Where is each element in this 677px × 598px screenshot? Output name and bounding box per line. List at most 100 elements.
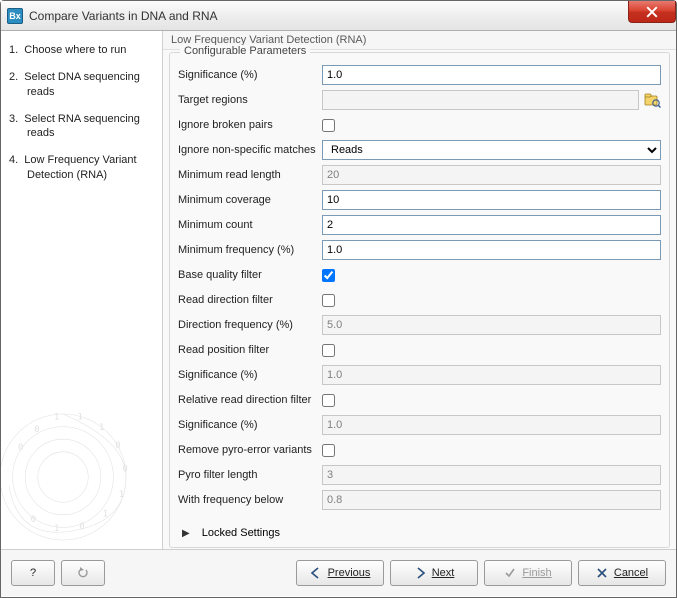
checkbox-relative-read-dir-filter[interactable] bbox=[322, 394, 335, 407]
row-direction-frequency: Direction frequency (%) bbox=[178, 314, 661, 336]
input-target-regions[interactable] bbox=[322, 90, 639, 110]
wizard-step: Select RNA sequencing reads bbox=[9, 112, 156, 142]
svg-text:1: 1 bbox=[54, 524, 59, 534]
close-button[interactable] bbox=[628, 1, 676, 23]
row-min-frequency: Minimum frequency (%) bbox=[178, 239, 661, 261]
titlebar: Bx Compare Variants in DNA and RNA bbox=[1, 1, 676, 31]
svg-text:0: 0 bbox=[115, 441, 120, 451]
decorative-swirl: 001 110 011 010 bbox=[1, 359, 163, 549]
input-significance-2[interactable] bbox=[322, 365, 661, 385]
arrow-right-icon bbox=[414, 567, 426, 579]
label-remove-pyro: Remove pyro-error variants bbox=[178, 444, 322, 456]
label-min-coverage: Minimum coverage bbox=[178, 194, 322, 206]
svg-text:0: 0 bbox=[34, 425, 39, 435]
checkbox-read-position-filter[interactable] bbox=[322, 344, 335, 357]
group-title: Configurable Parameters bbox=[180, 45, 310, 57]
target-regions-field bbox=[322, 90, 661, 110]
input-min-frequency[interactable] bbox=[322, 240, 661, 260]
label-significance-3: Significance (%) bbox=[178, 419, 322, 431]
svg-text:1: 1 bbox=[77, 412, 82, 422]
label-min-frequency: Minimum frequency (%) bbox=[178, 244, 322, 256]
row-ignore-broken-pairs: Ignore broken pairs bbox=[178, 114, 661, 136]
label-min-count: Minimum count bbox=[178, 219, 322, 231]
browse-icon[interactable] bbox=[643, 91, 661, 109]
cancel-icon bbox=[596, 567, 608, 579]
reset-button[interactable] bbox=[61, 560, 105, 586]
label-ignore-broken-pairs: Ignore broken pairs bbox=[178, 119, 322, 131]
checkbox-read-direction-filter[interactable] bbox=[322, 294, 335, 307]
input-pyro-filter-length[interactable] bbox=[322, 465, 661, 485]
app-icon: Bx bbox=[7, 8, 23, 24]
cancel-label: Cancel bbox=[614, 567, 648, 579]
next-label: Next bbox=[432, 567, 455, 579]
row-significance-3: Significance (%) bbox=[178, 414, 661, 436]
label-relative-read-dir-filter: Relative read direction filter bbox=[178, 394, 322, 406]
undo-icon bbox=[77, 567, 89, 579]
wizard-steps-sidebar: Choose where to run Select DNA sequencin… bbox=[1, 31, 163, 549]
label-read-position-filter: Read position filter bbox=[178, 344, 322, 356]
locked-settings-toggle[interactable]: ▶ Locked Settings bbox=[178, 525, 661, 541]
row-relative-read-dir-filter: Relative read direction filter bbox=[178, 389, 661, 411]
checkbox-ignore-broken-pairs[interactable] bbox=[322, 119, 335, 132]
previous-label: Previous bbox=[328, 567, 371, 579]
finish-button[interactable]: Finish bbox=[484, 560, 572, 586]
wizard-step: Low Frequency Variant Detection (RNA) bbox=[9, 153, 156, 183]
input-with-freq-below[interactable] bbox=[322, 490, 661, 510]
select-ignore-nonspecific[interactable]: Reads bbox=[322, 140, 661, 160]
row-remove-pyro: Remove pyro-error variants bbox=[178, 439, 661, 461]
button-bar: ? Previous Next Finish Cancel bbox=[1, 550, 676, 596]
svg-text:1: 1 bbox=[54, 412, 59, 422]
label-significance: Significance (%) bbox=[178, 69, 322, 81]
check-icon bbox=[504, 567, 516, 579]
svg-text:0: 0 bbox=[79, 522, 84, 532]
row-significance: Significance (%) bbox=[178, 64, 661, 86]
row-read-direction-filter: Read direction filter bbox=[178, 289, 661, 311]
wizard-step: Choose where to run bbox=[9, 43, 156, 58]
row-significance-2: Significance (%) bbox=[178, 364, 661, 386]
row-min-count: Minimum count bbox=[178, 214, 661, 236]
label-significance-2: Significance (%) bbox=[178, 369, 322, 381]
wizard-step: Select DNA sequencing reads bbox=[9, 70, 156, 100]
label-with-freq-below: With frequency below bbox=[178, 494, 322, 506]
window-title: Compare Variants in DNA and RNA bbox=[29, 9, 218, 23]
svg-text:1: 1 bbox=[119, 490, 124, 500]
main-panel: Low Frequency Variant Detection (RNA) Co… bbox=[163, 31, 676, 549]
checkbox-remove-pyro[interactable] bbox=[322, 444, 335, 457]
expand-arrow-icon: ▶ bbox=[182, 528, 190, 539]
help-label: ? bbox=[30, 567, 36, 579]
label-ignore-nonspecific: Ignore non-specific matches bbox=[178, 144, 322, 156]
label-read-direction-filter: Read direction filter bbox=[178, 294, 322, 306]
svg-text:1: 1 bbox=[103, 510, 108, 520]
checkbox-base-quality-filter[interactable] bbox=[322, 269, 335, 282]
configurable-parameters-group: Configurable Parameters Significance (%)… bbox=[169, 52, 670, 548]
label-target-regions: Target regions bbox=[178, 94, 322, 106]
svg-text:0: 0 bbox=[122, 465, 127, 475]
locked-settings-label: Locked Settings bbox=[202, 527, 280, 539]
row-read-position-filter: Read position filter bbox=[178, 339, 661, 361]
row-ignore-nonspecific: Ignore non-specific matches Reads bbox=[178, 139, 661, 161]
cancel-button[interactable]: Cancel bbox=[578, 560, 666, 586]
finish-label: Finish bbox=[522, 567, 551, 579]
svg-text:0: 0 bbox=[18, 443, 23, 453]
row-pyro-filter-length: Pyro filter length bbox=[178, 464, 661, 486]
label-min-read-length: Minimum read length bbox=[178, 169, 322, 181]
input-min-count[interactable] bbox=[322, 215, 661, 235]
row-min-read-length: Minimum read length bbox=[178, 164, 661, 186]
input-min-coverage[interactable] bbox=[322, 190, 661, 210]
next-button[interactable]: Next bbox=[390, 560, 478, 586]
input-min-read-length[interactable] bbox=[322, 165, 661, 185]
previous-button[interactable]: Previous bbox=[296, 560, 384, 586]
input-significance-3[interactable] bbox=[322, 415, 661, 435]
label-direction-frequency: Direction frequency (%) bbox=[178, 319, 322, 331]
wizard-step-list: Choose where to run Select DNA sequencin… bbox=[9, 43, 156, 183]
input-direction-frequency[interactable] bbox=[322, 315, 661, 335]
content-area: Choose where to run Select DNA sequencin… bbox=[1, 31, 676, 550]
help-button[interactable]: ? bbox=[11, 560, 55, 586]
arrow-left-icon bbox=[310, 567, 322, 579]
label-base-quality-filter: Base quality filter bbox=[178, 269, 322, 281]
input-significance[interactable] bbox=[322, 65, 661, 85]
close-icon bbox=[646, 6, 658, 18]
row-base-quality-filter: Base quality filter bbox=[178, 264, 661, 286]
row-with-freq-below: With frequency below bbox=[178, 489, 661, 511]
row-target-regions: Target regions bbox=[178, 89, 661, 111]
